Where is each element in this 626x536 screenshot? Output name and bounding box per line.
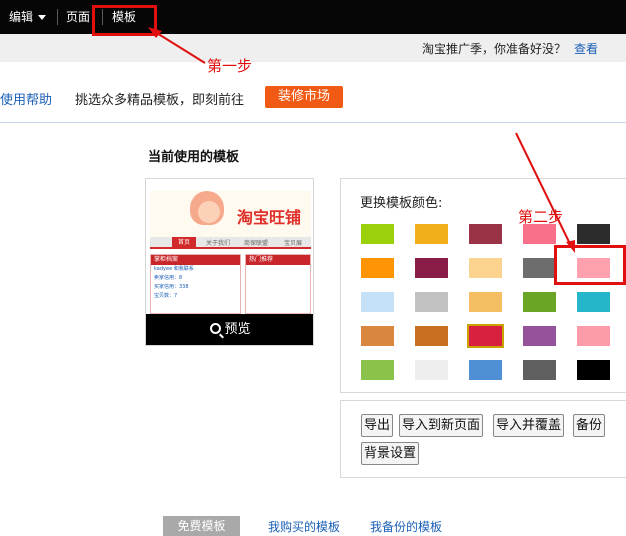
- thumbnail-side-line: 卖家信用：8: [154, 275, 183, 281]
- color-swatch[interactable]: [361, 360, 394, 380]
- color-swatch[interactable]: [577, 224, 610, 244]
- import-overwrite-button[interactable]: 导入并覆盖: [493, 414, 565, 437]
- step1-annotation: 第一步: [207, 57, 253, 75]
- color-swatch[interactable]: [415, 360, 448, 380]
- color-swatch[interactable]: [469, 360, 502, 380]
- edit-menu[interactable]: 编辑: [9, 0, 47, 34]
- divider: [0, 122, 626, 123]
- nav-divider: [57, 9, 58, 25]
- current-template-title: 当前使用的模板: [148, 150, 240, 165]
- color-panel: 更换模板颜色:: [340, 178, 626, 393]
- step1-highlight-box: [92, 5, 157, 36]
- color-swatch[interactable]: [523, 360, 556, 380]
- import-new-page-button[interactable]: 导入到新页面: [399, 414, 484, 437]
- color-swatch[interactable]: [523, 292, 556, 312]
- thumbnail-nav: 首页 关于我们 商保联盟 宝贝展: [150, 237, 311, 249]
- template-thumbnail[interactable]: 淘宝旺铺 首页 关于我们 商保联盟 宝贝展 掌柜档案 kadyee 和我联系 卖…: [145, 178, 314, 346]
- thumbnail-nav-item: 宝贝展: [284, 240, 303, 247]
- color-swatch[interactable]: [415, 326, 448, 346]
- promo-text: 挑选众多精品模板，即刻前往: [75, 93, 245, 108]
- color-swatch[interactable]: [523, 224, 556, 244]
- tab-free-templates[interactable]: 免费模板: [163, 516, 240, 536]
- thumbnail-side-line: kadyee 和我联系: [154, 266, 194, 272]
- color-swatch[interactable]: [523, 258, 556, 278]
- color-swatch[interactable]: [469, 224, 502, 244]
- helper-row: 使用帮助 挑选众多精品模板，即刻前往 装修市场: [0, 86, 626, 110]
- color-swatch[interactable]: [361, 258, 394, 278]
- nav-page[interactable]: 页面: [66, 0, 90, 34]
- color-swatch[interactable]: [469, 258, 502, 278]
- preview-button[interactable]: 预览: [146, 314, 313, 345]
- view-link[interactable]: 查看: [574, 40, 598, 57]
- magnifier-icon: [210, 323, 222, 334]
- backup-button[interactable]: 备份: [573, 414, 606, 437]
- action-panel: 导出 导入到新页面 导入并覆盖 备份 背景设置: [340, 400, 626, 478]
- thumbnail-side-header: 掌柜档案: [151, 255, 240, 265]
- color-swatch[interactable]: [361, 326, 394, 346]
- notice-bar: 淘宝推广季，你准备好没？ 查看: [0, 34, 626, 62]
- color-swatch[interactable]: [467, 324, 504, 348]
- color-swatch[interactable]: [577, 360, 610, 380]
- color-swatch[interactable]: [523, 326, 556, 346]
- tab-backup-templates[interactable]: 我备份的模板: [370, 518, 442, 535]
- export-button[interactable]: 导出: [361, 414, 394, 437]
- decoration-market-button[interactable]: 装修市场: [265, 86, 343, 108]
- chevron-down-icon: [38, 15, 47, 20]
- color-swatch[interactable]: [361, 224, 394, 244]
- promo-notice: 淘宝推广季，你准备好没？: [421, 42, 566, 56]
- color-swatch[interactable]: [361, 292, 394, 312]
- thumbnail-side-line: 买家信用：338: [154, 284, 189, 290]
- thumbnail-side-line: 宝贝数：7: [154, 293, 178, 299]
- help-link[interactable]: 使用帮助: [0, 89, 52, 108]
- preview-label: 预览: [224, 322, 251, 337]
- tab-bought-templates[interactable]: 我购买的模板: [268, 518, 340, 535]
- color-swatch[interactable]: [415, 224, 448, 244]
- color-swatch[interactable]: [415, 258, 448, 278]
- thumbnail-shop-name: 淘宝旺铺: [237, 208, 302, 227]
- edit-menu-label: 编辑: [9, 10, 34, 24]
- thumbnail-nav-item: 首页: [172, 237, 197, 248]
- step2-annotation: 第二步: [518, 208, 564, 226]
- thumbnail-nav-item: 关于我们: [206, 240, 231, 247]
- color-swatch[interactable]: [577, 326, 610, 346]
- thumbnail-side-panel: 掌柜档案 kadyee 和我联系 卖家信用：8 买家信用：338 宝贝数：7: [150, 254, 241, 314]
- color-swatch[interactable]: [469, 292, 502, 312]
- thumbnail-main-panel: 热门推荐: [245, 254, 311, 314]
- flower-logo-center: [198, 201, 220, 223]
- color-panel-label: 更换模板颜色:: [360, 196, 443, 211]
- background-settings-button[interactable]: 背景设置: [361, 442, 420, 465]
- thumbnail-nav-item: 商保联盟: [244, 240, 269, 247]
- thumbnail-main-header: 热门推荐: [246, 255, 310, 265]
- color-swatch[interactable]: [577, 292, 610, 312]
- color-swatch[interactable]: [415, 292, 448, 312]
- step2-highlight-box: [554, 245, 626, 285]
